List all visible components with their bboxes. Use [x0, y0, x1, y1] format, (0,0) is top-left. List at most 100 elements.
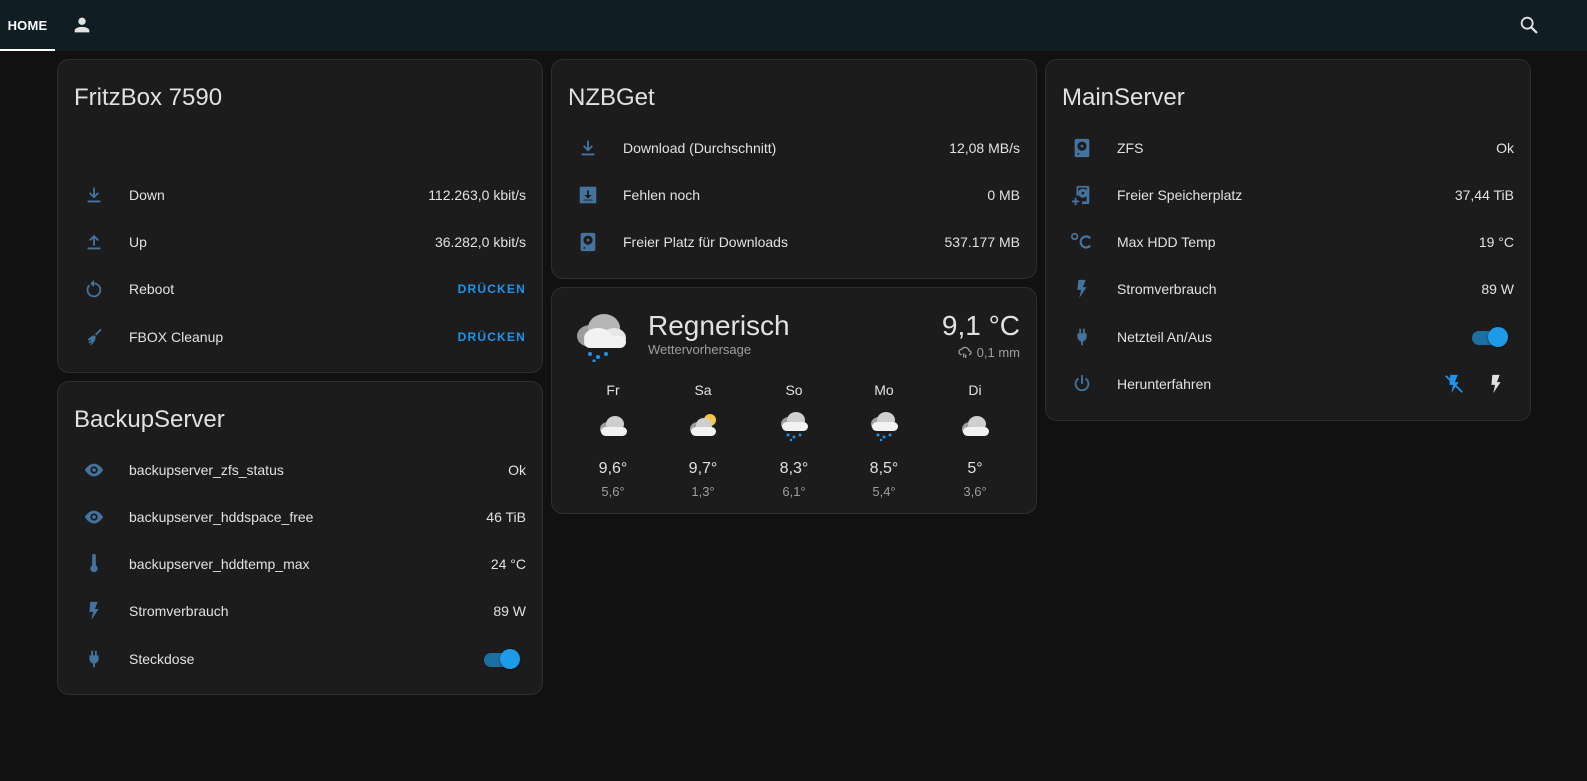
- entity-label: backupserver_hddtemp_max: [129, 556, 310, 572]
- entity-value: 37,44 TiB: [1454, 187, 1514, 203]
- precipitation-value: 0,1 mm: [976, 344, 1020, 360]
- rainy-icon: [781, 412, 808, 442]
- entity-row-free-storage[interactable]: Freier Speicherplatz 37,44 TiB: [1062, 175, 1514, 215]
- forecast-high: 5°: [967, 460, 983, 477]
- power-icon: [1074, 374, 1090, 392]
- entity-row-zfs[interactable]: ZFS Ok: [1062, 128, 1514, 168]
- entity-row-fbox-cleanup: FBOX Cleanup DRÜCKEN: [74, 317, 526, 357]
- entity-row-max-hdd-temp[interactable]: Max HDD Temp 19 °C: [1062, 222, 1514, 262]
- toggle-knob: [1488, 327, 1508, 347]
- card-backupserver: BackupServer backupserver_zfs_status Ok …: [57, 381, 543, 695]
- entity-value: 46 TiB: [486, 509, 526, 525]
- harddisk-icon: [1074, 138, 1090, 158]
- forecast-day-label: Fr: [606, 382, 620, 398]
- entity-row-up[interactable]: Up 36.282,0 kbit/s: [74, 222, 526, 262]
- thermometer-icon: [90, 553, 98, 573]
- entity-row-shutdown: Herunterfahren: [1062, 364, 1514, 404]
- card-title: FritzBox 7590: [74, 84, 223, 111]
- forecast-low: 6,1°: [782, 484, 806, 499]
- forecast-low: 5,4°: [872, 484, 896, 499]
- entity-label: backupserver_hddspace_free: [129, 509, 314, 525]
- tab-active-indicator: [0, 49, 55, 51]
- entity-row-download-avg[interactable]: Download (Durchschnitt) 12,08 MB/s: [568, 128, 1020, 168]
- entity-row-hddtemp-max[interactable]: backupserver_hddtemp_max 24 °C: [74, 544, 526, 584]
- tab-home[interactable]: HOME: [0, 0, 55, 51]
- shutdown-off-button[interactable]: [1442, 372, 1466, 396]
- forecast-low: 1,3°: [691, 484, 715, 499]
- partly-cloudy-icon: [690, 414, 716, 436]
- entity-value: 12,08 MB/s: [949, 140, 1020, 156]
- entity-value: Ok: [1496, 140, 1514, 156]
- power-plug-icon: [89, 650, 99, 668]
- entity-label: Freier Platz für Downloads: [623, 234, 788, 250]
- psu-toggle[interactable]: [1472, 327, 1508, 347]
- weather-subtitle: Wettervorhersage: [648, 342, 752, 357]
- entity-label: Stromverbrauch: [1117, 281, 1217, 297]
- restart-icon: [86, 279, 102, 298]
- entity-row-power-consumption[interactable]: Stromverbrauch 89 W: [74, 591, 526, 631]
- entity-label: Max HDD Temp: [1117, 234, 1216, 250]
- forecast-day-label: Di: [968, 382, 982, 398]
- entity-value: 89 W: [1481, 281, 1514, 297]
- entity-label: Herunterfahren: [1117, 376, 1212, 392]
- cloud-rain-icon: [958, 346, 972, 358]
- entity-row-psu-switch: Netzteil An/Aus: [1062, 317, 1514, 357]
- entity-label: Up: [129, 234, 147, 250]
- card-weather-forecast[interactable]: Regnerisch Wettervorhersage 9,1 °C 0,1 m…: [551, 287, 1037, 514]
- forecast-day: Fr 9,6° 5,6°: [583, 382, 643, 499]
- card-title: MainServer: [1062, 84, 1185, 111]
- upload-icon: [87, 234, 101, 250]
- forecast-day: Di 5° 3,6°: [945, 382, 1005, 499]
- shutdown-on-button[interactable]: [1484, 372, 1508, 396]
- cloudy-icon: [600, 416, 627, 436]
- search-button[interactable]: [1515, 11, 1543, 39]
- card-title: NZBGet: [568, 84, 655, 111]
- entity-row-free-space[interactable]: Freier Platz für Downloads 537.177 MB: [568, 222, 1020, 262]
- entity-label: Fehlen noch: [623, 187, 701, 203]
- entity-row-power-consumption[interactable]: Stromverbrauch 89 W: [1062, 269, 1514, 309]
- entity-label: Down: [129, 187, 165, 203]
- forecast-high: 8,5°: [869, 460, 899, 477]
- search-icon: [1520, 16, 1538, 34]
- broom-icon: [87, 328, 102, 346]
- flash-icon: [1077, 279, 1087, 299]
- forecast-high: 9,7°: [688, 460, 718, 477]
- weather-precipitation: 0,1 mm: [957, 344, 1020, 360]
- entity-label: backupserver_zfs_status: [129, 462, 284, 478]
- entity-value: 0 MB: [987, 187, 1020, 203]
- download-box-icon: [579, 186, 597, 204]
- forecast-day-label: Mo: [874, 382, 894, 398]
- weather-state-icon: [570, 306, 630, 367]
- entity-row-reboot: Reboot DRÜCKEN: [74, 269, 526, 309]
- entity-value: 112.263,0 kbit/s: [428, 187, 526, 203]
- power-plug-icon: [1077, 328, 1087, 346]
- entity-label: Download (Durchschnitt): [623, 140, 777, 156]
- card-fritzbox: FritzBox 7590 Down 112.263,0 kbit/s Up 3…: [57, 59, 543, 373]
- entity-label: FBOX Cleanup: [129, 329, 224, 345]
- eye-icon: [84, 463, 104, 477]
- tab-user[interactable]: [68, 11, 96, 39]
- entity-label: Freier Speicherplatz: [1117, 187, 1243, 203]
- eye-icon: [84, 510, 104, 524]
- forecast-high: 9,6°: [598, 460, 628, 477]
- steckdose-toggle[interactable]: [484, 649, 520, 669]
- reboot-press-button[interactable]: DRÜCKEN: [458, 282, 526, 296]
- entity-row-zfs-status[interactable]: backupserver_zfs_status Ok: [74, 450, 526, 490]
- forecast-low: 3,6°: [963, 484, 987, 499]
- harddisk-plus-icon: [1071, 185, 1090, 206]
- entity-value: 36.282,0 kbit/s: [434, 234, 526, 250]
- flash-icon: [1491, 374, 1501, 394]
- entity-value: 19 °C: [1478, 234, 1514, 250]
- card-title: BackupServer: [74, 406, 225, 433]
- forecast-day-label: So: [785, 382, 803, 398]
- entity-value: 24 °C: [490, 556, 526, 572]
- entity-row-remaining[interactable]: Fehlen noch 0 MB: [568, 175, 1020, 215]
- weather-condition: Regnerisch: [648, 310, 790, 341]
- entity-row-down[interactable]: Down 112.263,0 kbit/s: [74, 175, 526, 215]
- cleanup-press-button[interactable]: DRÜCKEN: [458, 330, 526, 344]
- entity-label: Stromverbrauch: [129, 603, 229, 619]
- entity-label: Netzteil An/Aus: [1117, 329, 1212, 345]
- forecast-day: Mo 8,5° 5,4°: [854, 382, 914, 499]
- download-icon: [581, 140, 595, 156]
- entity-row-hddspace-free[interactable]: backupserver_hddspace_free 46 TiB: [74, 497, 526, 537]
